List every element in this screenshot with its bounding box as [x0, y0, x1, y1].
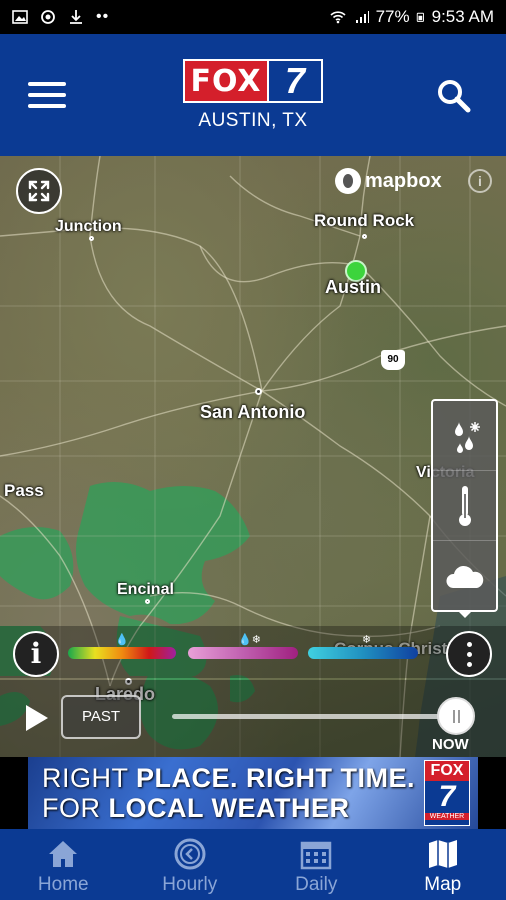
cloud-icon	[445, 565, 483, 588]
menu-line	[28, 82, 66, 86]
mapbox-logo: mapbox	[335, 168, 442, 194]
city-dot	[145, 599, 150, 604]
mix-legend-icon: 💧❄	[238, 634, 261, 646]
expand-map-button[interactable]	[16, 168, 62, 214]
logo-fox-text: FOX	[183, 59, 269, 103]
ad-line-1: RIGHT PLACE. RIGHT TIME.	[42, 763, 415, 793]
menu-line	[28, 93, 66, 97]
sync-icon	[41, 10, 55, 24]
rain-legend-scale	[68, 647, 176, 659]
layer-temperature-button[interactable]	[433, 471, 496, 541]
timeline-track[interactable]	[172, 714, 442, 719]
rain-legend-icon: 💧	[115, 634, 129, 646]
snow-legend-scale	[308, 647, 418, 659]
more-dot	[467, 662, 472, 667]
city-label-austin: Austin	[325, 277, 381, 297]
ad-headline: RIGHT PLACE. RIGHT TIME. FOR LOCAL WEATH…	[42, 763, 415, 823]
battery-icon	[416, 12, 424, 22]
legend-info-button[interactable]: i	[13, 631, 59, 677]
attribution-info-button[interactable]: i	[468, 169, 492, 193]
status-bar: •• 77% 9:53 AM	[0, 0, 506, 34]
search-icon[interactable]	[436, 78, 472, 114]
ad-line-2-a: FOR	[42, 793, 109, 823]
nav-item-daily[interactable]: Daily	[253, 829, 380, 900]
bottom-nav: Home Hourly Daily Map	[0, 829, 506, 900]
fox7-logo: FOX 7	[183, 59, 323, 103]
ad-content[interactable]: RIGHT PLACE. RIGHT TIME. FOR LOCAL WEATH…	[28, 757, 478, 829]
layer-panel-caret	[457, 610, 473, 618]
logo-seven-text: 7	[269, 59, 323, 103]
expand-icon	[28, 180, 50, 202]
more-notifications-icon: ••	[96, 8, 110, 25]
city-label-round-rock: Round Rock	[314, 211, 415, 230]
nav-label-map: Map	[424, 874, 462, 895]
nav-item-home[interactable]: Home	[0, 829, 127, 900]
city-label-pass: Pass	[4, 481, 44, 500]
mapbox-mark-icon	[335, 168, 361, 194]
menu-button[interactable]	[28, 82, 66, 110]
ad-logo-sub: WEATHER	[425, 813, 469, 820]
ad-logo-seven: 7	[438, 780, 456, 813]
app-root: •• 77% 9:53 AM FOX 7 AUSTIN, TX mapbox i…	[0, 0, 506, 900]
status-time: 9:53 AM	[431, 7, 494, 26]
highway-shield-icon: 90	[381, 350, 405, 370]
city-dot	[255, 388, 262, 395]
menu-line	[28, 104, 66, 108]
ad-line-1-b: PLACE. RIGHT TIME.	[136, 763, 416, 793]
battery-percent: 77%	[375, 7, 410, 26]
snow-legend-icon: ❄	[362, 634, 372, 646]
nav-label-hourly: Hourly	[162, 874, 218, 895]
clock-icon	[174, 838, 206, 870]
location-label: AUSTIN, TX	[198, 110, 308, 131]
city-dot	[89, 236, 94, 241]
download-icon	[70, 10, 82, 24]
home-icon	[49, 841, 78, 867]
layer-panel	[431, 399, 498, 612]
nav-label-home: Home	[37, 874, 89, 895]
more-dot	[467, 652, 472, 657]
city-dot	[362, 234, 367, 239]
layer-precip-type-button[interactable]	[433, 401, 496, 471]
calendar-icon	[301, 841, 332, 870]
ad-banner[interactable]: RIGHT PLACE. RIGHT TIME. FOR LOCAL WEATH…	[0, 757, 506, 829]
radar-map[interactable]: mapbox i Junction Round Rock Austin 90 S…	[0, 156, 506, 757]
more-options-button[interactable]	[446, 631, 492, 677]
now-label: NOW	[432, 736, 469, 753]
past-button[interactable]: PAST	[61, 695, 141, 739]
city-label-junction: Junction	[55, 218, 122, 235]
status-right: 77% 9:53 AM	[328, 7, 494, 27]
nav-item-map[interactable]: Map	[380, 829, 506, 900]
timeline-thumb[interactable]	[437, 697, 475, 735]
more-dot	[467, 642, 472, 647]
city-label-encinal: Encinal	[117, 581, 174, 598]
image-icon	[12, 10, 28, 24]
play-icon[interactable]	[26, 705, 48, 731]
nav-label-daily: Daily	[295, 874, 338, 895]
app-header: FOX 7 AUSTIN, TX	[0, 34, 506, 156]
status-left: ••	[12, 8, 109, 26]
ad-line-2: FOR LOCAL WEATHER	[42, 793, 415, 823]
ad-fox7-logo: FOX 7 WEATHER	[424, 760, 470, 826]
layer-clouds-button[interactable]	[433, 541, 496, 611]
nav-item-hourly[interactable]: Hourly	[127, 829, 254, 900]
rain-snow-icon	[454, 421, 480, 453]
mix-legend-scale	[188, 647, 298, 659]
signal-icon	[355, 11, 369, 23]
ad-line-1-a: RIGHT	[42, 763, 137, 793]
city-label-san-antonio: San Antonio	[200, 402, 306, 422]
wifi-icon	[330, 11, 346, 24]
map-icon	[428, 840, 457, 868]
ad-line-2-b: LOCAL WEATHER	[108, 793, 350, 823]
ad-logo-fox: FOX	[425, 761, 469, 781]
mapbox-text: mapbox	[365, 169, 442, 192]
thermometer-icon	[458, 485, 471, 526]
